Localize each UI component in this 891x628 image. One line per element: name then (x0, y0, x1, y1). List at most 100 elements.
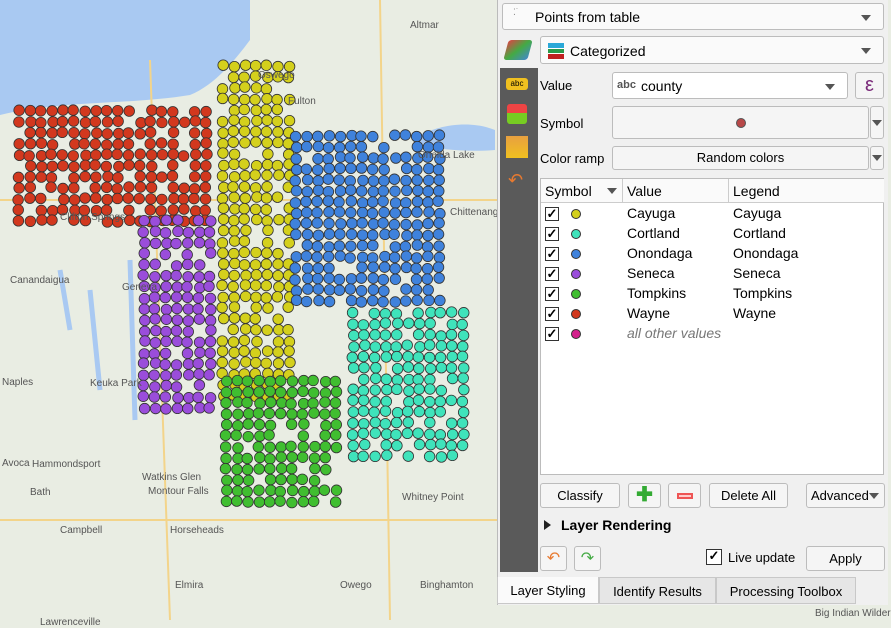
point-tompkins (319, 451, 331, 464)
category-row[interactable]: ✓ Seneca Seneca (541, 264, 883, 284)
expression-button[interactable]: ε (855, 72, 884, 99)
column-header-legend[interactable]: Legend (729, 179, 884, 203)
map-place-label: Bath (30, 487, 51, 498)
point-cortland (434, 351, 447, 364)
categorized-icon (548, 43, 564, 59)
category-row[interactable]: ✓ Cayuga Cayuga (541, 204, 883, 224)
point-cortland (347, 318, 359, 331)
point-seneca (137, 390, 149, 402)
tab-layer-styling[interactable]: Layer Styling (497, 577, 599, 604)
point-wayne (24, 215, 37, 227)
category-symbol[interactable] (571, 229, 581, 239)
point-tompkins (231, 485, 244, 497)
value-field-select[interactable]: abc county (612, 72, 848, 99)
point-cortland (456, 417, 469, 429)
symbol-dropdown[interactable] (870, 106, 884, 139)
point-onondaga (302, 283, 314, 295)
category-row[interactable]: ✓ Cortland Cortland (541, 224, 883, 244)
renderer-select[interactable]: Categorized (540, 36, 884, 64)
tab-processing-toolbox[interactable]: Processing Toolbox (716, 577, 856, 604)
category-row[interactable]: ✓ all other values (541, 324, 883, 344)
category-checkbox[interactable]: ✓ (545, 327, 559, 341)
point-cayuga (217, 213, 230, 225)
classify-button[interactable]: Classify (540, 483, 620, 508)
point-cortland (424, 317, 436, 330)
point-tompkins (286, 386, 298, 399)
category-row[interactable]: ✓ Tompkins Tompkins (541, 284, 883, 304)
category-checkbox[interactable]: ✓ (545, 247, 559, 261)
point-onondaga (311, 217, 323, 229)
point-cayuga (228, 158, 240, 170)
point-cortland (435, 451, 448, 463)
point-onondaga (389, 197, 402, 209)
history-tab-icon[interactable]: ↶ (508, 170, 523, 191)
chevron-down-icon (861, 15, 871, 21)
point-cortland (424, 396, 436, 408)
point-onondaga (389, 129, 401, 141)
category-symbol[interactable] (571, 209, 581, 219)
color-ramp-button[interactable]: Random colors (612, 146, 869, 170)
undo-button[interactable]: ↶ (540, 546, 567, 571)
category-checkbox[interactable]: ✓ (545, 227, 559, 241)
point-onondaga (333, 273, 346, 286)
point-wayne (168, 116, 180, 128)
point-onondaga (356, 261, 368, 273)
point-cayuga (272, 258, 284, 270)
point-cayuga (228, 358, 240, 370)
category-checkbox[interactable]: ✓ (545, 307, 559, 321)
category-symbol[interactable] (571, 289, 581, 299)
point-cortland (456, 395, 469, 408)
category-symbol[interactable] (571, 309, 581, 319)
point-onondaga (355, 285, 368, 297)
category-value: Cortland (627, 225, 680, 241)
symbol-button[interactable] (612, 106, 869, 139)
point-cortland (358, 329, 370, 341)
category-symbol[interactable] (571, 269, 581, 279)
point-wayne (200, 137, 212, 149)
point-cortland (435, 438, 447, 450)
point-onondaga (322, 141, 335, 154)
diagrams-tab-icon[interactable] (506, 136, 528, 158)
point-cortland (369, 341, 381, 353)
point-wayne (46, 105, 58, 117)
category-symbol[interactable] (571, 249, 581, 259)
point-onondaga (311, 251, 323, 263)
category-checkbox[interactable]: ✓ (545, 267, 559, 281)
add-category-button[interactable]: ✚ (628, 483, 661, 508)
redo-button[interactable]: ↷ (574, 546, 601, 571)
point-wayne (134, 170, 146, 182)
point-wayne (188, 192, 200, 205)
point-cayuga (249, 313, 261, 325)
delete-all-button[interactable]: Delete All (709, 483, 788, 508)
color-ramp-dropdown[interactable] (870, 146, 884, 170)
layer-select[interactable]: ⁚˙ Points from table (502, 3, 884, 30)
point-seneca (138, 402, 151, 415)
point-wayne (35, 137, 48, 149)
advanced-button[interactable]: Advanced (806, 483, 885, 508)
point-cortland (357, 450, 369, 463)
layer-rendering-toggle[interactable]: Layer Rendering (544, 517, 671, 533)
3d-view-tab-icon[interactable] (507, 104, 527, 124)
point-cortland (369, 329, 381, 341)
column-header-value[interactable]: Value (623, 179, 729, 203)
point-seneca (149, 215, 161, 228)
point-wayne (89, 115, 102, 128)
category-row[interactable]: ✓ Onondaga Onondaga (541, 244, 883, 264)
point-seneca (204, 314, 217, 327)
apply-button[interactable]: Apply (806, 546, 885, 571)
point-cortland (358, 418, 370, 430)
category-checkbox[interactable]: ✓ (545, 207, 559, 221)
point-cayuga (217, 127, 229, 139)
category-row[interactable]: ✓ Wayne Wayne (541, 304, 883, 324)
point-onondaga (356, 197, 369, 209)
delete-category-button[interactable] (668, 483, 701, 508)
column-header-symbol[interactable]: Symbol (541, 179, 623, 203)
category-checkbox[interactable]: ✓ (545, 287, 559, 301)
labels-tab-icon[interactable]: abc (506, 78, 528, 90)
point-cayuga (217, 312, 230, 325)
map-place-label: Oneida Lake (418, 150, 475, 161)
point-seneca (194, 226, 206, 238)
category-symbol[interactable] (571, 329, 581, 339)
tab-identify-results[interactable]: Identify Results (599, 577, 716, 604)
point-seneca (148, 291, 161, 303)
